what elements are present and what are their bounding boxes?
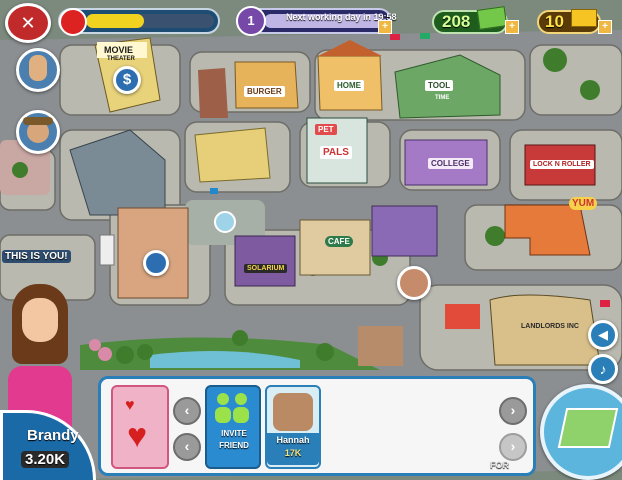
- music-note-icon: ♪: [599, 361, 607, 377]
- friend-card-hannah[interactable]: Hannah 17K: [265, 385, 321, 469]
- burger-sign[interactable]: BURGER: [244, 86, 285, 97]
- friend-location-avatar[interactable]: [397, 266, 431, 300]
- pet-label: PET: [318, 125, 334, 134]
- day-progress-bar[interactable]: 1 Next working day in 19:58: [236, 6, 397, 36]
- landlords-label: LANDLORDS INC: [521, 323, 579, 330]
- tool-sub-label: TIME: [435, 95, 450, 101]
- tool-label: TOOL: [428, 81, 451, 90]
- burger-label: BURGER: [247, 87, 282, 96]
- tool-time-sign[interactable]: TOOL: [425, 80, 454, 91]
- home-sign[interactable]: HOME: [334, 80, 364, 91]
- sound-button[interactable]: ◀: [588, 320, 618, 350]
- this-is-you-label: THIS IS YOU!: [2, 250, 71, 263]
- yum-sign[interactable]: YUM: [569, 197, 598, 210]
- angry-face-icon: [59, 8, 87, 36]
- portrait-face: [29, 55, 47, 81]
- lock-roller-label: LOCK N ROLLER: [533, 161, 591, 168]
- invite-friend-icon: [215, 393, 251, 423]
- pet-sub-label: PALS: [323, 147, 349, 158]
- movie-sub-label: THEATER: [107, 56, 135, 62]
- game-screen: MOVIE THEATER BURGER HOME TOOL TIME PET …: [0, 0, 622, 480]
- college-label: COLLEGE: [431, 159, 470, 168]
- add-cash-button[interactable]: +: [505, 20, 519, 34]
- energy-bar[interactable]: [58, 8, 220, 36]
- pet-pals-subsign: PALS: [320, 146, 352, 159]
- friend-money: 17K: [284, 448, 302, 458]
- movie-theater-subsign: THEATER: [104, 55, 138, 63]
- lock-roller-sign[interactable]: LOCK N ROLLER: [530, 160, 594, 169]
- friend-name: Hannah: [276, 435, 310, 445]
- scroll-left-button[interactable]: ‹: [173, 397, 201, 425]
- invite-label: INVITE: [221, 429, 247, 438]
- college-sign[interactable]: COLLEGE: [428, 158, 473, 169]
- character-portrait-1[interactable]: [16, 48, 60, 92]
- home-label: HOME: [337, 81, 361, 90]
- location-pin-icon[interactable]: [143, 250, 169, 276]
- player-name: Brandy: [27, 427, 79, 444]
- gold-bar-icon: [571, 9, 597, 27]
- music-button[interactable]: ♪: [588, 354, 618, 384]
- character-portrait-2[interactable]: [16, 110, 60, 154]
- map-icon: [557, 408, 619, 448]
- pet-pals-sign[interactable]: PET: [315, 124, 337, 135]
- day-counter-icon: 1: [236, 6, 266, 36]
- scroll-left-fast-button[interactable]: ‹: [173, 433, 201, 461]
- cash-stack-icon: [476, 6, 508, 30]
- add-gold-button[interactable]: +: [598, 20, 612, 34]
- cafe-sign[interactable]: CAFE: [325, 236, 353, 247]
- friend-avatar: [273, 393, 313, 431]
- scroll-right-fast-button[interactable]: ›: [499, 433, 527, 461]
- heart-icon-large: ♥: [127, 417, 148, 455]
- player-face: [22, 298, 58, 342]
- watermark: FOR: [490, 460, 509, 470]
- scroll-right-button[interactable]: ›: [499, 397, 527, 425]
- heart-icon: ♥: [125, 397, 135, 414]
- friends-panel: ♥ ♥ ‹ ‹ INVITE FRIEND Hannah 17K › ›: [98, 376, 536, 476]
- friend-label: FRIEND: [219, 441, 249, 450]
- cash-amount: 208: [442, 12, 471, 31]
- speaker-icon: ◀: [598, 327, 608, 342]
- solarium-label: SOLARIUM: [247, 265, 285, 272]
- collect-money-icon[interactable]: $: [113, 66, 141, 94]
- gold-amount: 10: [545, 12, 564, 31]
- solarium-sign[interactable]: SOLARIUM: [244, 264, 288, 273]
- landlords-sign[interactable]: LANDLORDS INC: [518, 322, 582, 331]
- energy-fill: [86, 14, 144, 28]
- movie-label: MOVIE: [104, 45, 134, 55]
- add-day-button[interactable]: +: [378, 20, 392, 34]
- invite-friend-button[interactable]: INVITE FRIEND: [205, 385, 261, 469]
- fork-knife-icon: ✕: [20, 13, 36, 33]
- restaurant-button[interactable]: ✕: [5, 3, 51, 43]
- cash-display[interactable]: 208: [432, 6, 508, 34]
- gold-display[interactable]: 10: [537, 9, 601, 34]
- gift-card[interactable]: ♥ ♥: [111, 385, 169, 469]
- tool-time-subsign: TIME: [432, 94, 452, 102]
- hat-icon: [23, 117, 53, 125]
- player-money: 3.20K: [21, 451, 70, 468]
- cafe-label: CAFE: [328, 237, 350, 246]
- friend-info: Hannah 17K: [267, 433, 319, 465]
- yum-label: YUM: [572, 198, 595, 209]
